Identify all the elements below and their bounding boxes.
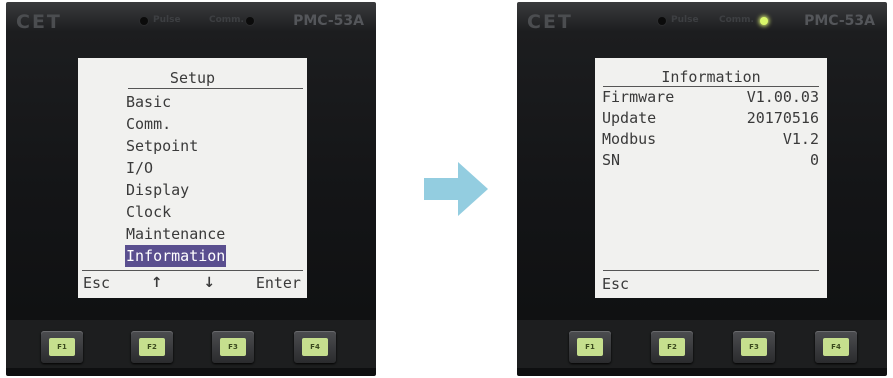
comm-led-label: Comm. [719,15,754,25]
softkey-divider [82,270,303,271]
info-label: Update [602,109,657,127]
f1-key[interactable]: F1 [41,331,83,363]
meter-left: CET Pulse Comm. PMC-53A Setup Basic Comm… [6,2,376,376]
lcd-screen: Setup Basic Comm. Setpoint I/O Display C… [78,58,307,298]
info-row-sn: SN 0 [602,150,819,171]
info-row-modbus: Modbus V1.2 [602,129,819,150]
arrow-up-icon: ↑ [150,275,163,291]
f4-key-label: F4 [302,338,328,356]
info-label: Firmware [602,88,675,106]
menu-item-basic[interactable]: Basic [125,91,226,113]
info-value: V1.2 [782,130,819,148]
screen-title: Information [661,68,761,86]
f1-key[interactable]: F1 [569,331,611,363]
f4-key[interactable]: F4 [815,331,857,363]
setup-menu: Basic Comm. Setpoint I/O Display Clock M… [125,91,227,267]
brand-logo: CET [16,11,62,33]
softkey-esc: Esc [83,274,111,292]
info-label: SN [602,151,621,169]
comm-led-label: Comm. [209,15,244,25]
menu-item-display[interactable]: Display [125,179,226,201]
screen-title: Setup [169,69,216,87]
menu-item-information[interactable]: Information [125,245,227,267]
menu-item-comm[interactable]: Comm. [125,113,226,135]
pulse-led-icon [658,17,666,25]
comm-led-icon [760,17,768,25]
softkey-bar: Esc ↑ ↓ Enter [83,272,301,294]
info-row-firmware: Firmware V1.00.03 [602,87,819,108]
menu-item-clock[interactable]: Clock [125,201,226,223]
meter-right: CET Pulse Comm. PMC-53A Information Firm… [517,2,887,376]
f2-key-label: F2 [659,338,685,356]
menu-item-setpoint[interactable]: Setpoint [125,135,226,157]
f4-key[interactable]: F4 [294,331,336,363]
menu-item-maintenance[interactable]: Maintenance [125,223,226,245]
pulse-led-label: Pulse [671,15,699,25]
function-keypad: F1 F2 F3 F4 [517,320,887,368]
arrow-down-icon: ↓ [203,275,216,291]
f3-key[interactable]: F3 [212,331,254,363]
title-divider [128,88,303,89]
f1-key-label: F1 [49,338,75,356]
f3-key-label: F3 [741,338,767,356]
info-row-update: Update 20170516 [602,108,819,129]
softkey-enter: Enter [255,274,301,292]
softkey-esc: Esc [602,275,630,293]
lcd-screen: Information Firmware V1.00.03 Update 201… [595,58,827,298]
info-value: V1.00.03 [746,88,819,106]
pulse-led-label: Pulse [153,15,181,25]
f3-key-label: F3 [220,338,246,356]
f3-key[interactable]: F3 [733,331,775,363]
f4-key-label: F4 [823,338,849,356]
information-list: Firmware V1.00.03 Update 20170516 Modbus… [602,87,819,171]
info-value: 0 [809,151,819,169]
pulse-led-icon [140,17,148,25]
info-value: 20170516 [746,109,819,127]
softkey-divider [603,270,819,271]
function-keypad: F1 F2 F3 F4 [6,320,376,368]
info-label: Modbus [602,130,657,148]
f1-key-label: F1 [577,338,603,356]
f2-key[interactable]: F2 [131,331,173,363]
f2-key-label: F2 [139,338,165,356]
model-label: PMC-53A [293,13,364,29]
softkey-bar: Esc [602,273,819,295]
comm-led-icon [246,17,254,25]
f2-key[interactable]: F2 [651,331,693,363]
arrow-right-icon [424,162,488,216]
brand-logo: CET [527,11,573,33]
model-label: PMC-53A [804,13,875,29]
menu-item-io[interactable]: I/O [125,157,226,179]
